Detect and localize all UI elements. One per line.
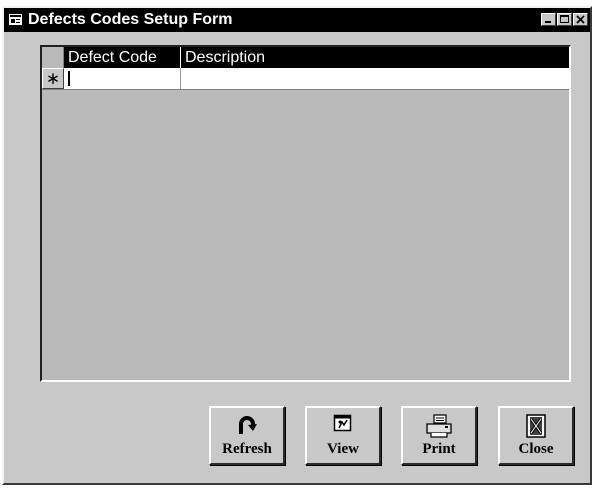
new-record-row[interactable]: ∗ <box>42 68 569 90</box>
close-label: Close <box>518 441 554 457</box>
minimize-icon <box>545 21 551 23</box>
close-icon <box>576 15 585 24</box>
refresh-button[interactable]: Refresh <box>209 406 285 465</box>
minimize-button[interactable] <box>541 13 556 26</box>
new-record-marker[interactable]: ∗ <box>42 68 64 89</box>
column-header-description[interactable]: Description <box>181 47 569 68</box>
close-button[interactable]: Close <box>498 406 574 465</box>
defect-codes-grid[interactable]: Defect Code Description ∗ <box>40 45 571 382</box>
printer-icon <box>426 414 452 438</box>
view-label: View <box>327 441 359 457</box>
grid-corner-cell[interactable] <box>42 47 64 68</box>
column-header-defect-code[interactable]: Defect Code <box>64 47 181 68</box>
window-title: Defects Codes Setup Form <box>28 11 233 28</box>
view-button[interactable]: View <box>305 406 381 465</box>
text-cursor <box>68 71 70 86</box>
print-label: Print <box>422 441 456 457</box>
defect-code-cell[interactable] <box>64 68 181 89</box>
grid-header-row: Defect Code Description <box>42 47 569 68</box>
defect-codes-window: Defects Codes Setup Form Defect Code Des… <box>2 6 592 485</box>
close-window-button[interactable] <box>573 13 588 26</box>
app-form-icon[interactable] <box>9 14 22 25</box>
view-icon <box>333 414 352 432</box>
refresh-label: Refresh <box>222 441 272 457</box>
title-bar[interactable]: Defects Codes Setup Form <box>4 8 590 32</box>
refresh-icon <box>239 416 257 434</box>
maximize-icon <box>560 15 569 23</box>
print-button[interactable]: Print <box>401 406 477 465</box>
description-cell[interactable] <box>181 68 569 89</box>
maximize-button[interactable] <box>557 13 572 26</box>
close-door-icon <box>526 414 546 438</box>
